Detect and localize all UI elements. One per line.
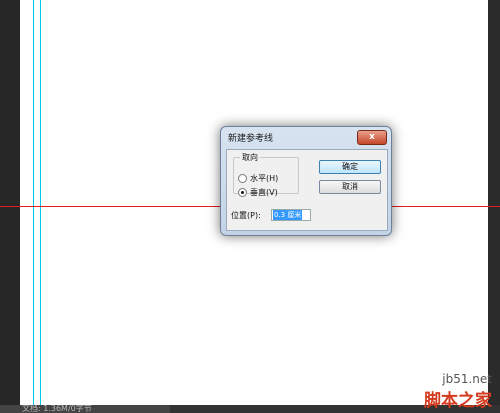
dialog-titlebar[interactable]: 新建参考线 x [221, 127, 391, 149]
watermark: jb51.net 脚本之家 [424, 372, 492, 411]
radio-horizontal-label: 水平(H) [250, 174, 279, 183]
status-text: 文档: 1.36M/0字节 [22, 405, 92, 413]
watermark-site: jb51.net [442, 372, 492, 386]
close-icon: x [369, 132, 375, 142]
cancel-button[interactable]: 取消 [319, 180, 381, 194]
radio-vertical-label: 垂直(V) [250, 188, 278, 197]
radio-vertical-circle[interactable] [238, 188, 247, 197]
radio-horizontal[interactable]: 水平(H) [238, 173, 278, 184]
position-value[interactable]: 0.3 厘米 [273, 210, 303, 220]
ok-button[interactable]: 确定 [319, 160, 381, 174]
position-label: 位置(P): [231, 211, 261, 220]
orientation-group: 取向 水平(H) 垂直(V) [233, 152, 299, 197]
position-input[interactable]: 0.3 厘米 [271, 209, 311, 221]
orientation-legend: 取向 [242, 153, 258, 162]
radio-vertical[interactable]: 垂直(V) [238, 187, 278, 198]
radio-horizontal-circle[interactable] [238, 174, 247, 183]
dialog-body: 取向 水平(H) 垂直(V) 确定 取消 位置(P): 0.3 厘米 [226, 149, 388, 231]
close-button[interactable]: x [357, 130, 387, 145]
new-guide-dialog: 新建参考线 x 取向 水平(H) 垂直(V) 确定 取消 位置(P): 0.3 … [220, 126, 392, 236]
dialog-title: 新建参考线 [228, 134, 274, 144]
watermark-name: 脚本之家 [424, 391, 492, 411]
